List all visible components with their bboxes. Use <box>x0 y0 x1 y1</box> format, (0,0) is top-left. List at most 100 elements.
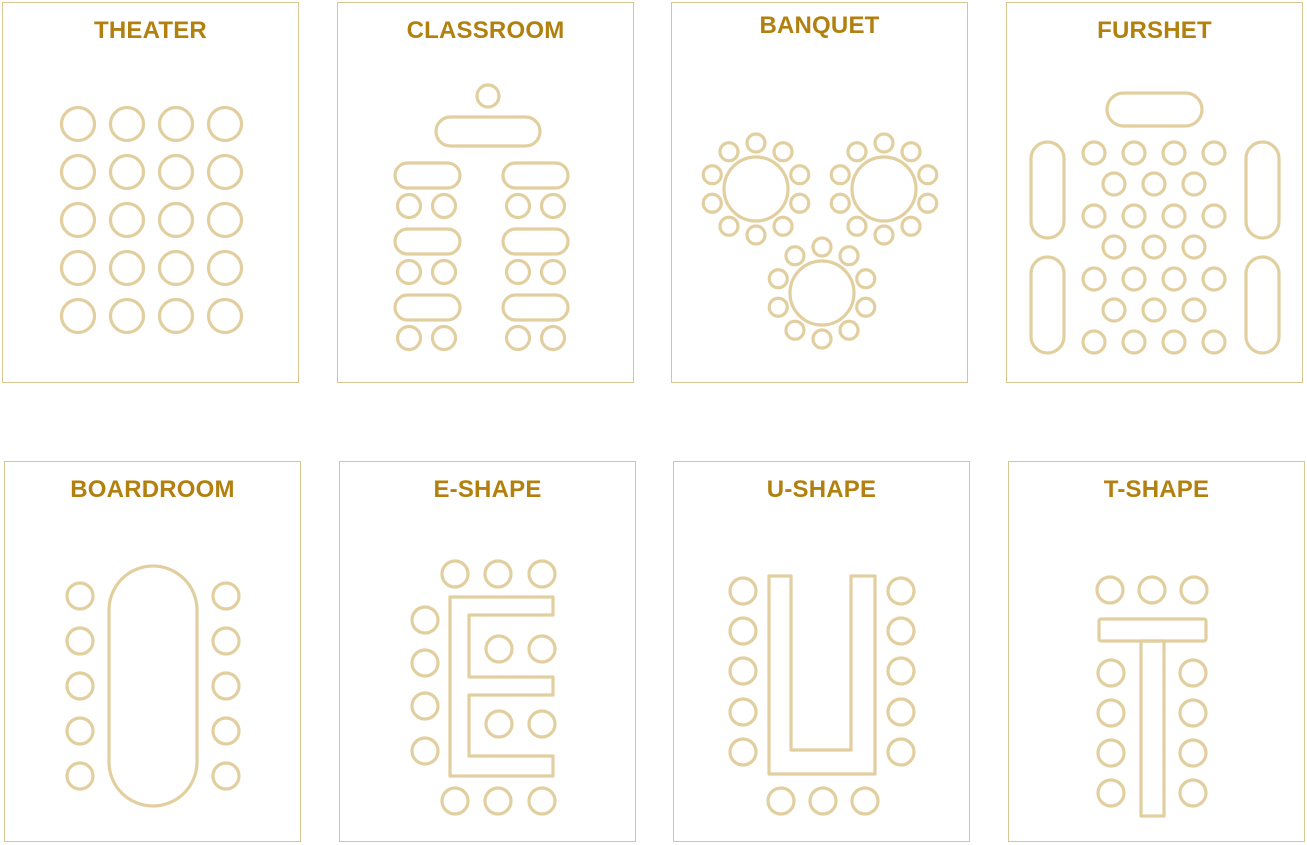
t-table-stem-icon <box>1139 639 1166 818</box>
buffet-table-icon <box>1029 140 1066 240</box>
seat-icon <box>484 709 514 739</box>
seat-icon <box>1096 778 1126 808</box>
seat-icon <box>484 634 514 664</box>
seat-icon <box>1141 171 1167 197</box>
seat-icon <box>59 153 97 191</box>
seat-icon <box>157 249 195 287</box>
seat-icon <box>1101 297 1127 323</box>
seat-icon <box>788 259 856 327</box>
seat-icon <box>728 697 758 727</box>
seat-icon <box>838 319 860 341</box>
desk-icon <box>393 227 462 256</box>
e-table-icon <box>448 595 555 778</box>
seat-icon <box>395 258 423 286</box>
seat-icon <box>206 297 244 335</box>
seat-icon <box>59 201 97 239</box>
seat-icon <box>886 697 916 727</box>
seat-icon <box>1201 266 1227 292</box>
seat-icon <box>157 297 195 335</box>
conference-table-icon <box>107 564 199 808</box>
seat-icon <box>65 761 95 791</box>
seat-icon <box>1178 658 1208 688</box>
seat-icon <box>157 153 195 191</box>
banquet-seating-layout-icon <box>701 132 939 350</box>
seat-icon <box>1201 203 1227 229</box>
seat-icon <box>206 249 244 287</box>
seat-icon <box>1081 266 1107 292</box>
seat-icon <box>1181 171 1207 197</box>
seat-icon <box>745 224 767 246</box>
seat-icon <box>811 236 833 258</box>
seat-icon <box>728 576 758 606</box>
seat-icon <box>784 245 806 267</box>
seat-icon <box>766 786 796 816</box>
seat-icon <box>430 324 458 352</box>
seat-icon <box>410 648 440 678</box>
seat-icon <box>504 192 532 220</box>
seat-icon <box>1096 738 1126 768</box>
seat-icon <box>504 324 532 352</box>
seat-icon <box>1201 329 1227 355</box>
seat-icon <box>855 296 877 318</box>
seat-icon <box>157 105 195 143</box>
seat-icon <box>829 192 851 214</box>
seat-icon <box>211 626 241 656</box>
seat-icon <box>483 786 513 816</box>
seat-icon <box>701 192 723 214</box>
seat-icon <box>483 559 513 589</box>
seat-icon <box>206 153 244 191</box>
seat-icon <box>846 141 868 163</box>
seat-icon <box>718 141 740 163</box>
seat-icon <box>1081 203 1107 229</box>
desk-icon <box>501 293 570 322</box>
seat-icon <box>395 324 423 352</box>
seat-icon <box>1179 575 1209 605</box>
e-shape-seating-layout-icon <box>410 559 557 816</box>
seat-icon <box>1178 738 1208 768</box>
seat-icon <box>1121 266 1147 292</box>
seat-icon <box>1161 203 1187 229</box>
seat-icon <box>811 328 833 350</box>
seat-icon <box>108 105 146 143</box>
classroom-seating-layout-icon <box>393 83 570 352</box>
layout-card-boardroom: BOARDROOM <box>4 461 301 842</box>
buffet-table-icon <box>1105 91 1204 128</box>
seat-icon <box>395 192 423 220</box>
seat-icon <box>440 786 470 816</box>
seat-icon <box>211 716 241 746</box>
seat-icon <box>917 164 939 186</box>
seat-icon <box>1201 140 1227 166</box>
seat-icon <box>65 581 95 611</box>
seat-icon <box>539 192 567 220</box>
seat-icon <box>767 296 789 318</box>
desk-icon <box>501 161 570 190</box>
seat-icon <box>767 268 789 290</box>
seat-icon <box>430 192 458 220</box>
seat-icon <box>850 786 880 816</box>
seat-icon <box>772 215 794 237</box>
presenter-table-icon <box>434 115 542 148</box>
seat-icon <box>59 105 97 143</box>
t-table-top-icon <box>1097 617 1208 643</box>
seat-icon <box>900 141 922 163</box>
seat-icon <box>886 737 916 767</box>
seat-icon <box>475 83 501 109</box>
furshet-seating-layout-icon <box>1029 91 1281 355</box>
seat-icon <box>1181 234 1207 260</box>
seat-icon <box>157 201 195 239</box>
seat-icon <box>527 559 557 589</box>
seat-icon <box>108 297 146 335</box>
seat-icon <box>850 155 918 223</box>
seat-icon <box>108 201 146 239</box>
seat-icon <box>108 249 146 287</box>
u-shape-seating-layout-icon <box>728 574 916 816</box>
layout-card-theater: THEATER <box>2 2 299 383</box>
seat-icon <box>440 559 470 589</box>
seat-icon <box>1101 234 1127 260</box>
seat-icon <box>527 634 557 664</box>
seat-icon <box>211 761 241 791</box>
seat-icon <box>410 736 440 766</box>
seat-icon <box>527 709 557 739</box>
seat-icon <box>728 616 758 646</box>
desk-icon <box>393 161 462 190</box>
